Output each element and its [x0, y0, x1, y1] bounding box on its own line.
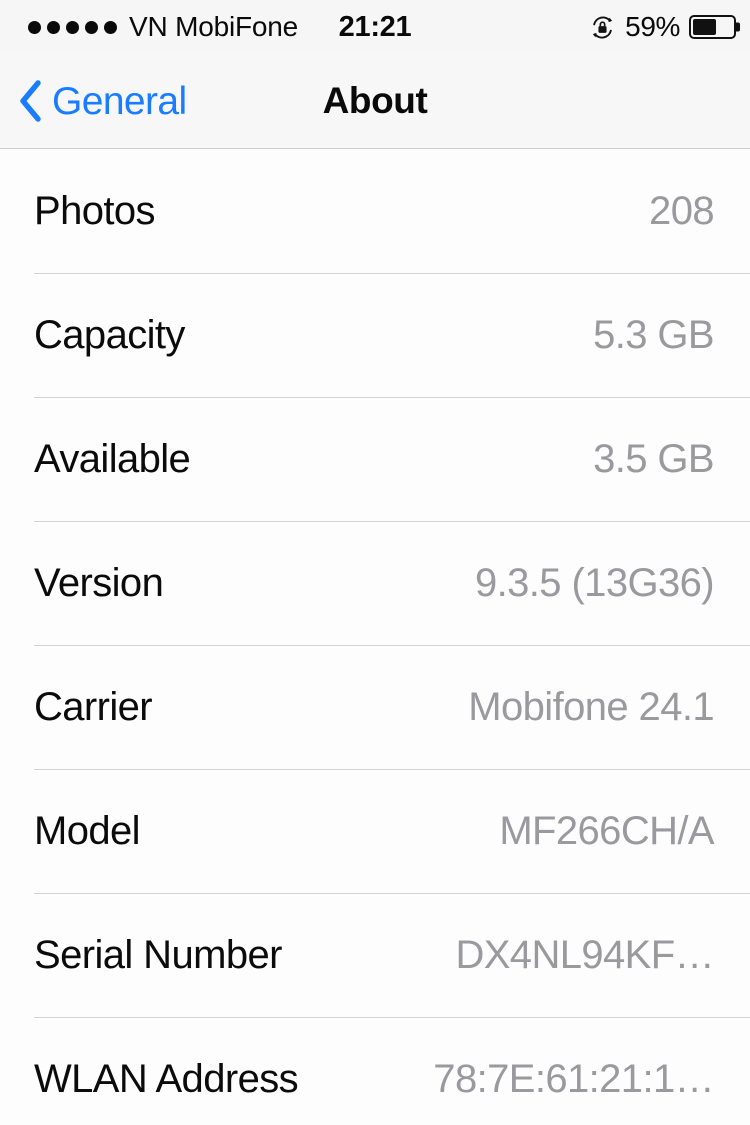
status-bar-right: 59%: [589, 0, 736, 54]
rotation-lock-icon: [589, 14, 616, 41]
row-label: Available: [34, 437, 191, 481]
battery-percentage-label: 59%: [625, 11, 680, 42]
signal-dot: [47, 20, 60, 34]
chevron-left-icon: [18, 80, 42, 122]
row-value: DX4NL94KF…: [455, 933, 714, 977]
status-bar-left: VN MobiFone: [28, 13, 298, 41]
row-label: Model: [34, 809, 141, 853]
row-label: Photos: [34, 189, 156, 233]
table-row[interactable]: Carrier Mobifone 24.1: [0, 645, 750, 769]
row-label: WLAN Address: [34, 1057, 299, 1101]
back-button-label: General: [52, 79, 187, 123]
table-row[interactable]: Model MF266CH/A: [0, 769, 750, 893]
table-row[interactable]: Serial Number DX4NL94KF…: [0, 893, 750, 1017]
row-label: Carrier: [34, 685, 153, 729]
battery-fill-level: [693, 19, 716, 35]
navigation-bar: General About: [0, 54, 750, 149]
about-info-table: Photos 208 Capacity 5.3 GB Available 3.5 GB Ve…: [0, 149, 750, 1125]
back-button-general[interactable]: General: [18, 54, 187, 148]
row-value: 3.5 GB: [593, 437, 715, 481]
row-label: Capacity: [34, 313, 185, 357]
signal-dot: [104, 20, 117, 34]
row-value: 9.3.5 (13G36): [474, 561, 715, 605]
signal-dot: [28, 20, 41, 34]
iphone-settings-about-screen: VN MobiFone 21:21 59% General About Phot…: [0, 0, 750, 1125]
row-value: MF266CH/A: [499, 809, 714, 853]
row-label: Serial Number: [34, 933, 282, 977]
table-row[interactable]: Version 9.3.5 (13G36): [0, 521, 750, 645]
row-label: Version: [34, 561, 164, 605]
status-bar: VN MobiFone 21:21 59%: [0, 0, 750, 54]
row-value: Mobifone 24.1: [468, 685, 714, 729]
signal-dot: [66, 20, 79, 34]
row-value: 5.3 GB: [593, 313, 715, 357]
battery-icon: [689, 15, 736, 39]
table-row[interactable]: Capacity 5.3 GB: [0, 273, 750, 397]
signal-strength-dots: [28, 20, 117, 34]
table-row[interactable]: WLAN Address 78:7E:61:21:1…: [0, 1017, 750, 1125]
table-row[interactable]: Photos 208: [0, 149, 750, 273]
row-value: 208: [649, 189, 715, 233]
row-value: 78:7E:61:21:1…: [433, 1057, 714, 1101]
signal-dot: [85, 20, 98, 34]
table-row[interactable]: Available 3.5 GB: [0, 397, 750, 521]
carrier-name: VN MobiFone: [129, 11, 298, 42]
